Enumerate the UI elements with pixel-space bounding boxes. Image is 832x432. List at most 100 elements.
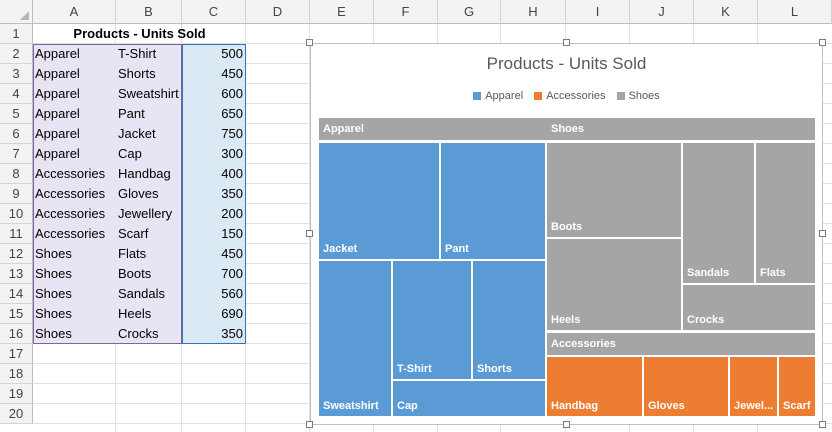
column-header-j[interactable]: J <box>630 0 694 24</box>
cell-category[interactable]: Shoes <box>33 324 116 344</box>
treemap-group-header-accessories[interactable]: Accessories <box>547 333 815 355</box>
chart-resize-handle[interactable] <box>562 39 570 46</box>
cell-product[interactable]: Scarf <box>116 224 182 244</box>
cell-product[interactable]: Jewellery <box>116 204 182 224</box>
treemap-tile-crocks[interactable]: Crocks <box>683 285 815 330</box>
row-header-17[interactable]: 17 <box>0 344 33 364</box>
cell-category[interactable]: Apparel <box>33 64 116 84</box>
row-header-13[interactable]: 13 <box>0 264 33 284</box>
cell-category[interactable]: Apparel <box>33 44 116 64</box>
cell-units[interactable]: 700 <box>182 264 246 284</box>
row-header-15[interactable]: 15 <box>0 304 33 324</box>
treemap-tile-sweatshirt[interactable]: Sweatshirt <box>319 261 391 416</box>
cell-product[interactable]: Boots <box>116 264 182 284</box>
cell-category[interactable]: Accessories <box>33 164 116 184</box>
cell-units[interactable]: 350 <box>182 184 246 204</box>
treemap-tile-heels[interactable]: Heels <box>547 239 681 330</box>
cell-category[interactable]: Accessories <box>33 224 116 244</box>
column-header-l[interactable]: L <box>758 0 832 24</box>
column-header-f[interactable]: F <box>374 0 438 24</box>
cell-product[interactable]: Sweatshirt <box>116 84 182 104</box>
column-header-h[interactable]: H <box>501 0 566 24</box>
cell-product[interactable]: Flats <box>116 244 182 264</box>
treemap-tile-pant[interactable]: Pant <box>441 143 545 259</box>
cell-product[interactable]: Shorts <box>116 64 182 84</box>
treemap-tile-boots[interactable]: Boots <box>547 143 681 237</box>
row-header-3[interactable]: 3 <box>0 64 33 84</box>
column-header-i[interactable]: I <box>566 0 630 24</box>
cell-product[interactable]: Cap <box>116 144 182 164</box>
treemap-tile-flats[interactable]: Flats <box>756 143 815 283</box>
chart-resize-handle[interactable] <box>819 39 826 46</box>
chart-resize-handle[interactable] <box>562 421 570 428</box>
chart-resize-handle[interactable] <box>306 230 313 237</box>
treemap-tile-cap[interactable]: Cap <box>393 381 545 416</box>
cell-units[interactable]: 350 <box>182 324 246 344</box>
column-header-e[interactable]: E <box>310 0 374 24</box>
cell-category[interactable]: Apparel <box>33 144 116 164</box>
row-header-20[interactable]: 20 <box>0 404 33 424</box>
cell-units[interactable]: 560 <box>182 284 246 304</box>
cell-product[interactable]: Crocks <box>116 324 182 344</box>
cell-category[interactable]: Shoes <box>33 304 116 324</box>
row-header-1[interactable]: 1 <box>0 24 33 44</box>
column-header-k[interactable]: K <box>694 0 758 24</box>
chart-resize-handle[interactable] <box>819 421 826 428</box>
column-header-g[interactable]: G <box>438 0 501 24</box>
cell-product[interactable]: Sandals <box>116 284 182 304</box>
row-header-19[interactable]: 19 <box>0 384 33 404</box>
row-header-12[interactable]: 12 <box>0 244 33 264</box>
cell-product[interactable]: T-Shirt <box>116 44 182 64</box>
treemap-tile-handbag[interactable]: Handbag <box>547 357 642 416</box>
treemap-group-header-shoes[interactable]: Shoes <box>547 118 815 140</box>
chart-resize-handle[interactable] <box>306 421 313 428</box>
cell-units[interactable]: 500 <box>182 44 246 64</box>
column-header-c[interactable]: C <box>182 0 246 24</box>
cell-units[interactable]: 600 <box>182 84 246 104</box>
column-header-b[interactable]: B <box>116 0 182 24</box>
cell-category[interactable]: Shoes <box>33 284 116 304</box>
cell-units[interactable]: 690 <box>182 304 246 324</box>
treemap-tile-sandals[interactable]: Sandals <box>683 143 754 283</box>
cell-category[interactable]: Apparel <box>33 124 116 144</box>
treemap-tile-gloves[interactable]: Gloves <box>644 357 728 416</box>
row-header-10[interactable]: 10 <box>0 204 33 224</box>
treemap-tile-jacket[interactable]: Jacket <box>319 143 439 259</box>
cell-category[interactable]: Apparel <box>33 104 116 124</box>
cell-units[interactable]: 200 <box>182 204 246 224</box>
cell-product[interactable]: Heels <box>116 304 182 324</box>
column-header-a[interactable]: A <box>33 0 116 24</box>
row-header-11[interactable]: 11 <box>0 224 33 244</box>
row-header-2[interactable]: 2 <box>0 44 33 64</box>
cell-category[interactable]: Shoes <box>33 264 116 284</box>
row-header-14[interactable]: 14 <box>0 284 33 304</box>
treemap-group-header-apparel[interactable]: Apparel <box>319 118 547 140</box>
treemap-tile-t-shirt[interactable]: T-Shirt <box>393 261 471 379</box>
row-header-4[interactable]: 4 <box>0 84 33 104</box>
cell-units[interactable]: 400 <box>182 164 246 184</box>
treemap-chart[interactable]: Products - Units Sold Apparel Accessorie… <box>310 43 823 425</box>
cell-category[interactable]: Shoes <box>33 244 116 264</box>
chart-resize-handle[interactable] <box>819 230 826 237</box>
column-header-d[interactable]: D <box>246 0 310 24</box>
cell-product[interactable]: Pant <box>116 104 182 124</box>
treemap-tile-scarf[interactable]: Scarf <box>779 357 815 416</box>
sheet-title-cell[interactable]: Products - Units Sold <box>33 24 246 44</box>
treemap-tile-shorts[interactable]: Shorts <box>473 261 545 379</box>
chart-resize-handle[interactable] <box>306 39 313 46</box>
row-header-8[interactable]: 8 <box>0 164 33 184</box>
cell-product[interactable]: Jacket <box>116 124 182 144</box>
row-header-18[interactable]: 18 <box>0 364 33 384</box>
cell-units[interactable]: 450 <box>182 244 246 264</box>
cell-product[interactable]: Gloves <box>116 184 182 204</box>
row-header-16[interactable]: 16 <box>0 324 33 344</box>
row-header-7[interactable]: 7 <box>0 144 33 164</box>
row-header-9[interactable]: 9 <box>0 184 33 204</box>
cell-category[interactable]: Accessories <box>33 184 116 204</box>
treemap-tile-jewel[interactable]: Jewel... <box>730 357 777 416</box>
cell-category[interactable]: Accessories <box>33 204 116 224</box>
row-header-6[interactable]: 6 <box>0 124 33 144</box>
cell-units[interactable]: 750 <box>182 124 246 144</box>
row-header-5[interactable]: 5 <box>0 104 33 124</box>
cell-units[interactable]: 450 <box>182 64 246 84</box>
